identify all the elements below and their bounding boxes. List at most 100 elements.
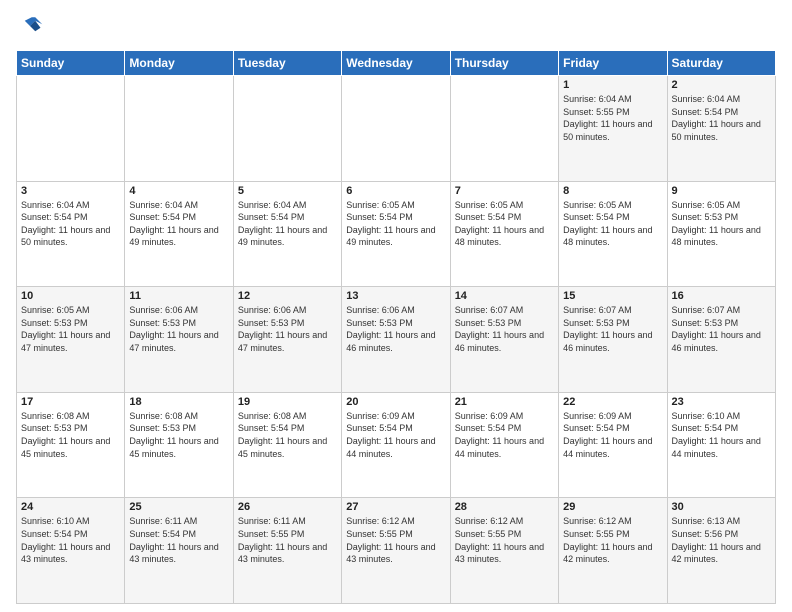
calendar-cell: 4Sunrise: 6:04 AM Sunset: 5:54 PM Daylig… <box>125 181 233 287</box>
calendar-week-row: 10 Sunrise: 6:05 AM Sunset: 5:53 PM Dayli… <box>17 287 776 393</box>
day-number: 22 <box>563 396 662 408</box>
day-number: 1 <box>563 79 662 91</box>
day-number: 12 <box>238 290 337 302</box>
calendar-cell: 9Sunrise: 6:05 AM Sunset: 5:53 PM Daylig… <box>667 181 775 287</box>
calendar-week-row: 17Sunrise: 6:08 AM Sunset: 5:53 PM Dayli… <box>17 392 776 498</box>
calendar-week-row: 1 Sunrise: 6:04 AM Sunset: 5:55 PM Daylig… <box>17 76 776 182</box>
day-header-tuesday: Tuesday <box>233 51 341 76</box>
day-header-friday: Friday <box>559 51 667 76</box>
day-number: 6 <box>346 185 445 197</box>
day-info: Sunrise: 6:05 AM Sunset: 5:54 PM Dayligh… <box>455 199 554 249</box>
day-info: Sunrise: 6:09 AM Sunset: 5:54 PM Dayligh… <box>455 410 554 460</box>
day-number: 11 <box>129 290 228 302</box>
day-header-thursday: Thursday <box>450 51 558 76</box>
day-info: Sunrise: 6:04 AM Sunset: 5:54 PM Dayligh… <box>672 93 771 143</box>
day-number: 28 <box>455 501 554 513</box>
day-info: Sunrise: 6:05 AM Sunset: 5:54 PM Dayligh… <box>563 199 662 249</box>
calendar-cell: 24Sunrise: 6:10 AM Sunset: 5:54 PM Dayli… <box>17 498 125 604</box>
calendar-cell: 12 Sunrise: 6:06 AM Sunset: 5:53 PM Dayli… <box>233 287 341 393</box>
day-info: Sunrise: 6:07 AM Sunset: 5:53 PM Dayligh… <box>563 304 662 354</box>
day-info: Sunrise: 6:10 AM Sunset: 5:54 PM Dayligh… <box>21 515 120 565</box>
day-info: Sunrise: 6:12 AM Sunset: 5:55 PM Dayligh… <box>455 515 554 565</box>
calendar-cell: 23 Sunrise: 6:10 AM Sunset: 5:54 PM Dayli… <box>667 392 775 498</box>
day-number: 14 <box>455 290 554 302</box>
calendar-cell: 14 Sunrise: 6:07 AM Sunset: 5:53 PM Dayli… <box>450 287 558 393</box>
day-header-monday: Monday <box>125 51 233 76</box>
calendar-cell: 30 Sunrise: 6:13 AM Sunset: 5:56 PM Dayli… <box>667 498 775 604</box>
calendar-cell <box>233 76 341 182</box>
header <box>16 12 776 40</box>
calendar-cell: 22 Sunrise: 6:09 AM Sunset: 5:54 PM Dayli… <box>559 392 667 498</box>
calendar-cell: 2 Sunrise: 6:04 AM Sunset: 5:54 PM Daylig… <box>667 76 775 182</box>
day-info: Sunrise: 6:08 AM Sunset: 5:54 PM Dayligh… <box>238 410 337 460</box>
day-info: Sunrise: 6:08 AM Sunset: 5:53 PM Dayligh… <box>129 410 228 460</box>
day-number: 2 <box>672 79 771 91</box>
calendar-week-row: 3Sunrise: 6:04 AM Sunset: 5:54 PM Daylig… <box>17 181 776 287</box>
day-number: 30 <box>672 501 771 513</box>
day-number: 19 <box>238 396 337 408</box>
day-header-sunday: Sunday <box>17 51 125 76</box>
calendar-cell: 20 Sunrise: 6:09 AM Sunset: 5:54 PM Dayli… <box>342 392 450 498</box>
day-info: Sunrise: 6:04 AM Sunset: 5:54 PM Dayligh… <box>21 199 120 249</box>
day-info: Sunrise: 6:09 AM Sunset: 5:54 PM Dayligh… <box>346 410 445 460</box>
calendar-cell: 21 Sunrise: 6:09 AM Sunset: 5:54 PM Dayli… <box>450 392 558 498</box>
day-header-saturday: Saturday <box>667 51 775 76</box>
calendar-cell: 29 Sunrise: 6:12 AM Sunset: 5:55 PM Dayli… <box>559 498 667 604</box>
day-info: Sunrise: 6:04 AM Sunset: 5:54 PM Dayligh… <box>238 199 337 249</box>
day-number: 8 <box>563 185 662 197</box>
day-number: 5 <box>238 185 337 197</box>
day-header-wednesday: Wednesday <box>342 51 450 76</box>
day-number: 26 <box>238 501 337 513</box>
day-number: 25 <box>129 501 228 513</box>
day-info: Sunrise: 6:07 AM Sunset: 5:53 PM Dayligh… <box>672 304 771 354</box>
day-number: 15 <box>563 290 662 302</box>
day-number: 13 <box>346 290 445 302</box>
day-number: 27 <box>346 501 445 513</box>
calendar-cell <box>450 76 558 182</box>
page: SundayMondayTuesdayWednesdayThursdayFrid… <box>0 0 792 612</box>
calendar-cell <box>17 76 125 182</box>
day-number: 4 <box>129 185 228 197</box>
day-number: 10 <box>21 290 120 302</box>
day-info: Sunrise: 6:12 AM Sunset: 5:55 PM Dayligh… <box>563 515 662 565</box>
calendar-cell: 18 Sunrise: 6:08 AM Sunset: 5:53 PM Dayli… <box>125 392 233 498</box>
day-info: Sunrise: 6:06 AM Sunset: 5:53 PM Dayligh… <box>346 304 445 354</box>
calendar-cell: 5 Sunrise: 6:04 AM Sunset: 5:54 PM Daylig… <box>233 181 341 287</box>
calendar-header-row: SundayMondayTuesdayWednesdayThursdayFrid… <box>17 51 776 76</box>
day-number: 21 <box>455 396 554 408</box>
day-info: Sunrise: 6:06 AM Sunset: 5:53 PM Dayligh… <box>129 304 228 354</box>
calendar-cell: 25 Sunrise: 6:11 AM Sunset: 5:54 PM Dayli… <box>125 498 233 604</box>
day-info: Sunrise: 6:13 AM Sunset: 5:56 PM Dayligh… <box>672 515 771 565</box>
calendar-cell: 11 Sunrise: 6:06 AM Sunset: 5:53 PM Dayli… <box>125 287 233 393</box>
calendar-cell: 6Sunrise: 6:05 AM Sunset: 5:54 PM Daylig… <box>342 181 450 287</box>
calendar-cell <box>125 76 233 182</box>
logo <box>16 12 48 40</box>
day-number: 23 <box>672 396 771 408</box>
day-number: 7 <box>455 185 554 197</box>
day-number: 18 <box>129 396 228 408</box>
day-info: Sunrise: 6:09 AM Sunset: 5:54 PM Dayligh… <box>563 410 662 460</box>
day-info: Sunrise: 6:06 AM Sunset: 5:53 PM Dayligh… <box>238 304 337 354</box>
day-info: Sunrise: 6:12 AM Sunset: 5:55 PM Dayligh… <box>346 515 445 565</box>
calendar-cell: 10 Sunrise: 6:05 AM Sunset: 5:53 PM Dayli… <box>17 287 125 393</box>
day-number: 29 <box>563 501 662 513</box>
calendar-cell: 3Sunrise: 6:04 AM Sunset: 5:54 PM Daylig… <box>17 181 125 287</box>
calendar-week-row: 24Sunrise: 6:10 AM Sunset: 5:54 PM Dayli… <box>17 498 776 604</box>
day-number: 16 <box>672 290 771 302</box>
calendar-cell: 16 Sunrise: 6:07 AM Sunset: 5:53 PM Dayli… <box>667 287 775 393</box>
calendar-cell: 1 Sunrise: 6:04 AM Sunset: 5:55 PM Daylig… <box>559 76 667 182</box>
day-info: Sunrise: 6:04 AM Sunset: 5:55 PM Dayligh… <box>563 93 662 143</box>
calendar-cell: 19 Sunrise: 6:08 AM Sunset: 5:54 PM Dayli… <box>233 392 341 498</box>
day-info: Sunrise: 6:05 AM Sunset: 5:53 PM Dayligh… <box>21 304 120 354</box>
calendar-cell: 8 Sunrise: 6:05 AM Sunset: 5:54 PM Daylig… <box>559 181 667 287</box>
day-info: Sunrise: 6:07 AM Sunset: 5:53 PM Dayligh… <box>455 304 554 354</box>
calendar-cell: 27 Sunrise: 6:12 AM Sunset: 5:55 PM Dayli… <box>342 498 450 604</box>
calendar-cell: 17Sunrise: 6:08 AM Sunset: 5:53 PM Dayli… <box>17 392 125 498</box>
calendar-cell: 13 Sunrise: 6:06 AM Sunset: 5:53 PM Dayli… <box>342 287 450 393</box>
day-info: Sunrise: 6:10 AM Sunset: 5:54 PM Dayligh… <box>672 410 771 460</box>
calendar-cell: 26Sunrise: 6:11 AM Sunset: 5:55 PM Dayli… <box>233 498 341 604</box>
calendar-cell: 28 Sunrise: 6:12 AM Sunset: 5:55 PM Dayli… <box>450 498 558 604</box>
day-info: Sunrise: 6:11 AM Sunset: 5:54 PM Dayligh… <box>129 515 228 565</box>
calendar-cell: 7 Sunrise: 6:05 AM Sunset: 5:54 PM Daylig… <box>450 181 558 287</box>
day-number: 20 <box>346 396 445 408</box>
